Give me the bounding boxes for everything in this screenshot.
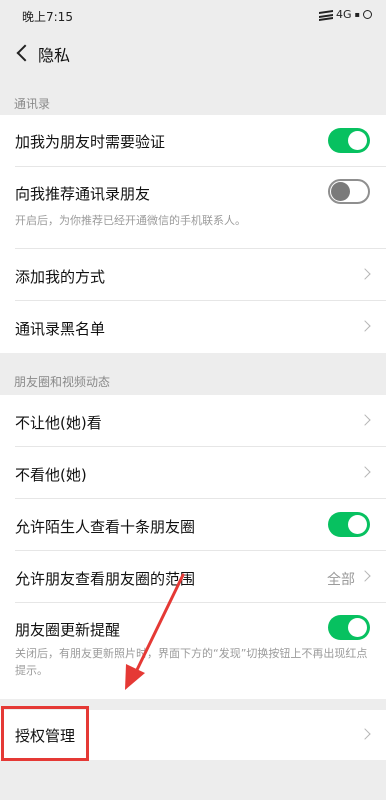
- network-label: 4G: [336, 8, 352, 21]
- chevron-right-icon: [361, 322, 370, 331]
- chevron-right-icon: [361, 270, 370, 279]
- chevron-right-icon: [361, 416, 370, 425]
- section-header-moments: 朋友圈和视频动态: [14, 375, 111, 389]
- chevron-right-icon: [361, 730, 370, 739]
- status-time: 晚上7:15: [22, 10, 73, 24]
- row-label: 添加我的方式: [15, 268, 106, 286]
- verify-on-add-toggle[interactable]: [328, 128, 370, 153]
- row-label: 允许陌生人查看十条朋友圈: [15, 518, 196, 536]
- highlight-box: [1, 706, 89, 761]
- row-label: 不看他(她): [15, 466, 87, 484]
- status-icons: 4G ▪: [319, 8, 372, 21]
- row-add-methods[interactable]: 添加我的方式: [0, 249, 386, 300]
- moments-reminder-toggle[interactable]: [328, 615, 370, 640]
- section-header-contacts: 通讯录: [14, 97, 51, 111]
- signal-icon: [319, 9, 334, 21]
- battery-icon: [363, 10, 372, 19]
- row-label: 允许朋友查看朋友圈的范围: [15, 570, 196, 588]
- row-label: 朋友圈更新提醒: [15, 621, 121, 639]
- row-label: 不让他(她)看: [15, 414, 102, 432]
- row-blacklist[interactable]: 通讯录黑名单: [0, 301, 386, 353]
- row-label: 加我为朋友时需要验证: [15, 133, 166, 151]
- row-moments-reminder[interactable]: 朋友圈更新提醒 关闭后，有朋友更新照片时，界面下方的“发现”切换按钮上不再出现红…: [0, 603, 386, 699]
- row-visible-range[interactable]: 允许朋友查看朋友圈的范围 全部: [0, 551, 386, 602]
- row-dont-see[interactable]: 不看他(她): [0, 447, 386, 498]
- network-indicator-icon: ▪: [354, 10, 360, 19]
- row-description: 开启后，为你推荐已经开通微信的手机联系人。: [15, 214, 246, 227]
- back-arrow-icon[interactable]: [14, 42, 36, 64]
- row-hide-from[interactable]: 不让他(她)看: [0, 395, 386, 446]
- status-bar: 晚上7:15 4G ▪: [0, 0, 386, 30]
- row-verify-on-add[interactable]: 加我为朋友时需要验证: [0, 115, 386, 166]
- chevron-right-icon: [361, 572, 370, 581]
- visible-range-value: 全部: [327, 572, 355, 588]
- row-recommend-contacts[interactable]: 向我推荐通讯录朋友 开启后，为你推荐已经开通微信的手机联系人。: [0, 167, 386, 248]
- recommend-contacts-toggle[interactable]: [328, 179, 370, 204]
- nav-bar: 隐私: [0, 30, 386, 75]
- moments-group: 不让他(她)看 不看他(她) 允许陌生人查看十条朋友圈 允许朋友查看朋友圈的范围…: [0, 395, 386, 699]
- page-title: 隐私: [38, 46, 71, 65]
- row-stranger-ten[interactable]: 允许陌生人查看十条朋友圈: [0, 499, 386, 550]
- contacts-group: 加我为朋友时需要验证 向我推荐通讯录朋友 开启后，为你推荐已经开通微信的手机联系…: [0, 115, 386, 353]
- stranger-ten-toggle[interactable]: [328, 512, 370, 537]
- row-label: 向我推荐通讯录朋友: [15, 185, 151, 203]
- chevron-right-icon: [361, 468, 370, 477]
- row-description: 关闭后，有朋友更新照片时，界面下方的“发现”切换按钮上不再出现红点提示。: [15, 647, 368, 677]
- row-label: 通讯录黑名单: [15, 320, 106, 338]
